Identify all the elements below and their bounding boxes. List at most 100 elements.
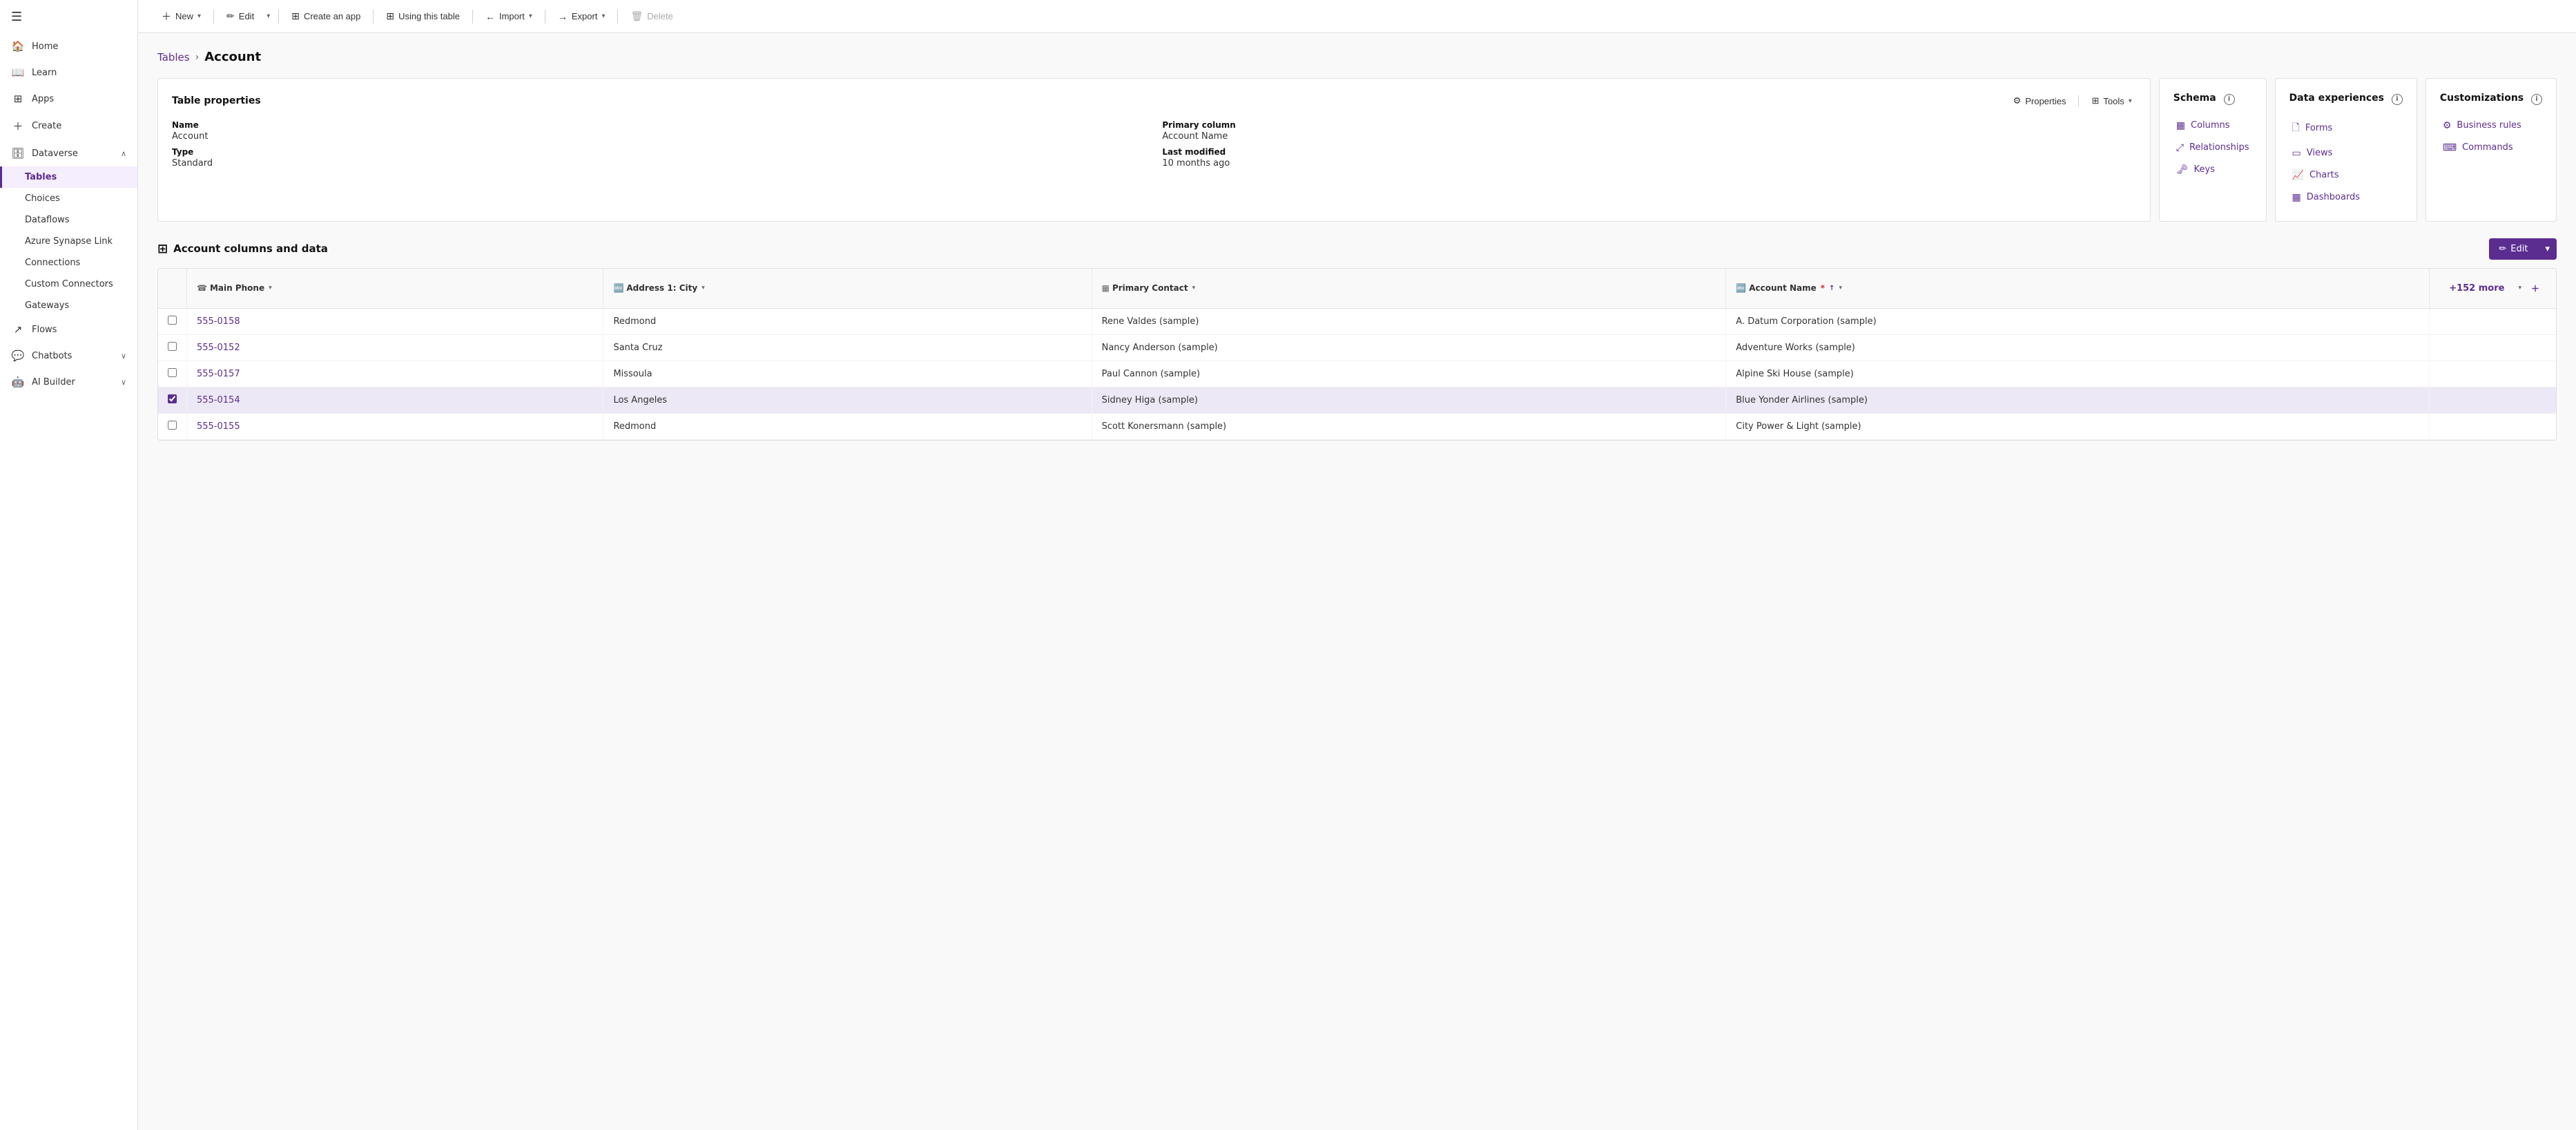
data-experiences-link-forms[interactable]: 🗋 Forms	[2289, 116, 2403, 141]
delete-button[interactable]: 🗑 Delete	[623, 6, 679, 26]
table-row: 555-0152 Santa Cruz Nancy Anderson (samp…	[158, 334, 2556, 361]
data-experiences-link-views[interactable]: ▭ Views	[2289, 144, 2403, 163]
row-check-input[interactable]	[168, 368, 177, 377]
cell-main-phone[interactable]: 555-0158	[187, 308, 603, 334]
create-app-button[interactable]: ⊞ Create an app	[284, 6, 367, 26]
table-row: 555-0155 Redmond Scott Konersmann (sampl…	[158, 413, 2556, 439]
address-city-dropdown-icon[interactable]: ▾	[701, 285, 705, 291]
row-checkbox[interactable]	[158, 334, 187, 361]
edit-button[interactable]: ✏ Edit	[220, 6, 261, 26]
th-primary-contact[interactable]: ▦ Primary Contact ▾	[1092, 269, 1726, 309]
cell-empty	[2430, 361, 2556, 387]
edit-data-main[interactable]: ✏ Edit	[2489, 238, 2537, 260]
more-cols-dropdown-icon[interactable]: ▾	[2518, 285, 2521, 291]
sidebar-item-choices[interactable]: Choices	[0, 188, 137, 209]
data-experiences-card: Data experiences i 🗋 Forms ▭ Views 📈	[2275, 78, 2417, 222]
row-check-input[interactable]	[168, 421, 177, 430]
sidebar-item-apps[interactable]: ⊞ Apps	[0, 86, 137, 112]
edit-data-button[interactable]: ✏ Edit ▾	[2489, 238, 2557, 260]
sidebar-item-home[interactable]: 🏠 Home	[0, 33, 137, 59]
cell-address-city: Los Angeles	[603, 387, 1092, 413]
data-experiences-link-dashboards[interactable]: ▦ Dashboards	[2289, 188, 2403, 207]
tools-button[interactable]: ⊞ Tools ▾	[2087, 93, 2136, 109]
sidebar-item-dataflows[interactable]: Dataflows	[0, 209, 137, 231]
th-main-phone[interactable]: ☎ Main Phone ▾	[187, 269, 603, 309]
props-grid: Name Account Primary column Account Name…	[172, 120, 2136, 169]
sidebar-item-ai-builder[interactable]: 🤖 AI Builder ∨	[0, 369, 137, 395]
create-icon: ＋	[11, 119, 25, 133]
sidebar-item-connections[interactable]: Connections	[0, 252, 137, 274]
row-check-input[interactable]	[168, 394, 177, 403]
cell-main-phone[interactable]: 555-0155	[187, 413, 603, 439]
schema-links: ▦ Columns ⤢ Relationships 🗝 Keys	[2173, 116, 2252, 180]
schema-info-icon[interactable]: i	[2224, 94, 2235, 105]
cell-main-phone[interactable]: 555-0152	[187, 334, 603, 361]
sidebar-item-chatbots[interactable]: 💬 Chatbots ∨	[0, 343, 137, 369]
sidebar-item-tables[interactable]: Tables	[0, 166, 137, 188]
sidebar-header: ☰	[0, 0, 137, 33]
sidebar-item-label: Dataverse	[32, 149, 78, 159]
sidebar-item-gateways[interactable]: Gateways	[0, 295, 137, 316]
sidebar-item-custom-connectors[interactable]: Custom Connectors	[0, 274, 137, 295]
export-button[interactable]: → Export ▾	[551, 7, 612, 26]
cell-empty	[2430, 334, 2556, 361]
account-name-dropdown-icon[interactable]: ▾	[1839, 285, 1842, 291]
tools-dropdown-arrow: ▾	[2129, 97, 2132, 105]
primary-contact-dropdown-icon[interactable]: ▾	[1192, 285, 1196, 291]
sidebar-section-label: Gateways	[25, 300, 69, 311]
page-content: Tables › Account Table properties ⚙ Prop…	[138, 33, 2576, 1130]
sidebar-section-label: Connections	[25, 258, 80, 268]
more-cols-button[interactable]: +152 more	[2439, 276, 2514, 300]
row-checkbox[interactable]	[158, 413, 187, 439]
row-checkbox[interactable]	[158, 308, 187, 334]
schema-link-keys[interactable]: 🗝 Keys	[2173, 160, 2252, 180]
tools-label: Tools	[2103, 96, 2124, 106]
business-rules-label: Business rules	[2457, 120, 2521, 131]
cell-main-phone[interactable]: 555-0154	[187, 387, 603, 413]
add-column-button[interactable]: ＋	[2524, 276, 2546, 301]
row-check-input[interactable]	[168, 316, 177, 325]
last-modified-label: Last modified	[1162, 147, 2136, 157]
sidebar-item-learn[interactable]: 📖 Learn	[0, 59, 137, 86]
cell-address-city: Santa Cruz	[603, 334, 1092, 361]
sidebar-item-dataverse[interactable]: 🗄 Dataverse ∧	[0, 140, 137, 166]
hamburger-icon[interactable]: ☰	[11, 10, 22, 24]
sidebar-item-create[interactable]: ＋ Create	[0, 112, 137, 140]
customizations-info-icon[interactable]: i	[2531, 94, 2542, 105]
new-button[interactable]: ＋ New ▾	[155, 6, 208, 28]
edit-dropdown-button[interactable]: ▾	[2538, 238, 2557, 260]
row-checkbox[interactable]	[158, 387, 187, 413]
customizations-card-header: Customizations i	[2440, 93, 2542, 105]
schema-link-columns[interactable]: ▦ Columns	[2173, 116, 2252, 135]
schema-link-relationships[interactable]: ⤢ Relationships	[2173, 138, 2252, 157]
cell-primary-contact: Paul Cannon (sample)	[1092, 361, 1726, 387]
data-experiences-links: 🗋 Forms ▭ Views 📈 Charts ▦ Dashboards	[2289, 116, 2403, 207]
customizations-link-business-rules[interactable]: ⚙ Business rules	[2440, 116, 2542, 135]
properties-button[interactable]: ⚙ Properties	[2009, 93, 2071, 109]
th-address-city[interactable]: 🔤 Address 1: City ▾	[603, 269, 1092, 309]
sidebar-section-label: Choices	[25, 193, 60, 204]
customizations-links: ⚙ Business rules ⌨ Commands	[2440, 116, 2542, 157]
using-table-button[interactable]: ⊞ Using this table	[379, 6, 467, 26]
main-phone-dropdown-icon[interactable]: ▾	[269, 285, 272, 291]
row-checkbox[interactable]	[158, 361, 187, 387]
data-experiences-info-icon[interactable]: i	[2392, 94, 2403, 105]
th-account-name[interactable]: 🔤 Account Name * ↑ ▾	[1726, 269, 2430, 309]
customizations-link-commands[interactable]: ⌨ Commands	[2440, 138, 2542, 157]
import-button[interactable]: ← Import ▾	[478, 7, 539, 26]
breadcrumb-parent[interactable]: Tables	[157, 51, 190, 64]
dataverse-icon: 🗄	[11, 147, 25, 160]
sidebar-item-azure-synapse[interactable]: Azure Synapse Link	[0, 231, 137, 252]
data-section-header: ⊞ Account columns and data ✏ Edit ▾	[157, 238, 2557, 260]
export-dropdown-arrow: ▾	[601, 12, 605, 20]
sidebar-item-flows[interactable]: ↗ Flows	[0, 316, 137, 343]
row-check-input[interactable]	[168, 342, 177, 351]
sidebar-item-label: Apps	[32, 94, 54, 104]
sidebar-section-label: Tables	[25, 172, 57, 182]
data-experiences-link-charts[interactable]: 📈 Charts	[2289, 166, 2403, 185]
cell-main-phone[interactable]: 555-0157	[187, 361, 603, 387]
properties-label: Properties	[2025, 96, 2066, 106]
account-name-col-icon: 🔤	[1736, 283, 1746, 293]
th-more-cols[interactable]: +152 more ▾ ＋	[2430, 269, 2556, 309]
edit-dropdown-arrow[interactable]: ▾	[264, 12, 273, 20]
